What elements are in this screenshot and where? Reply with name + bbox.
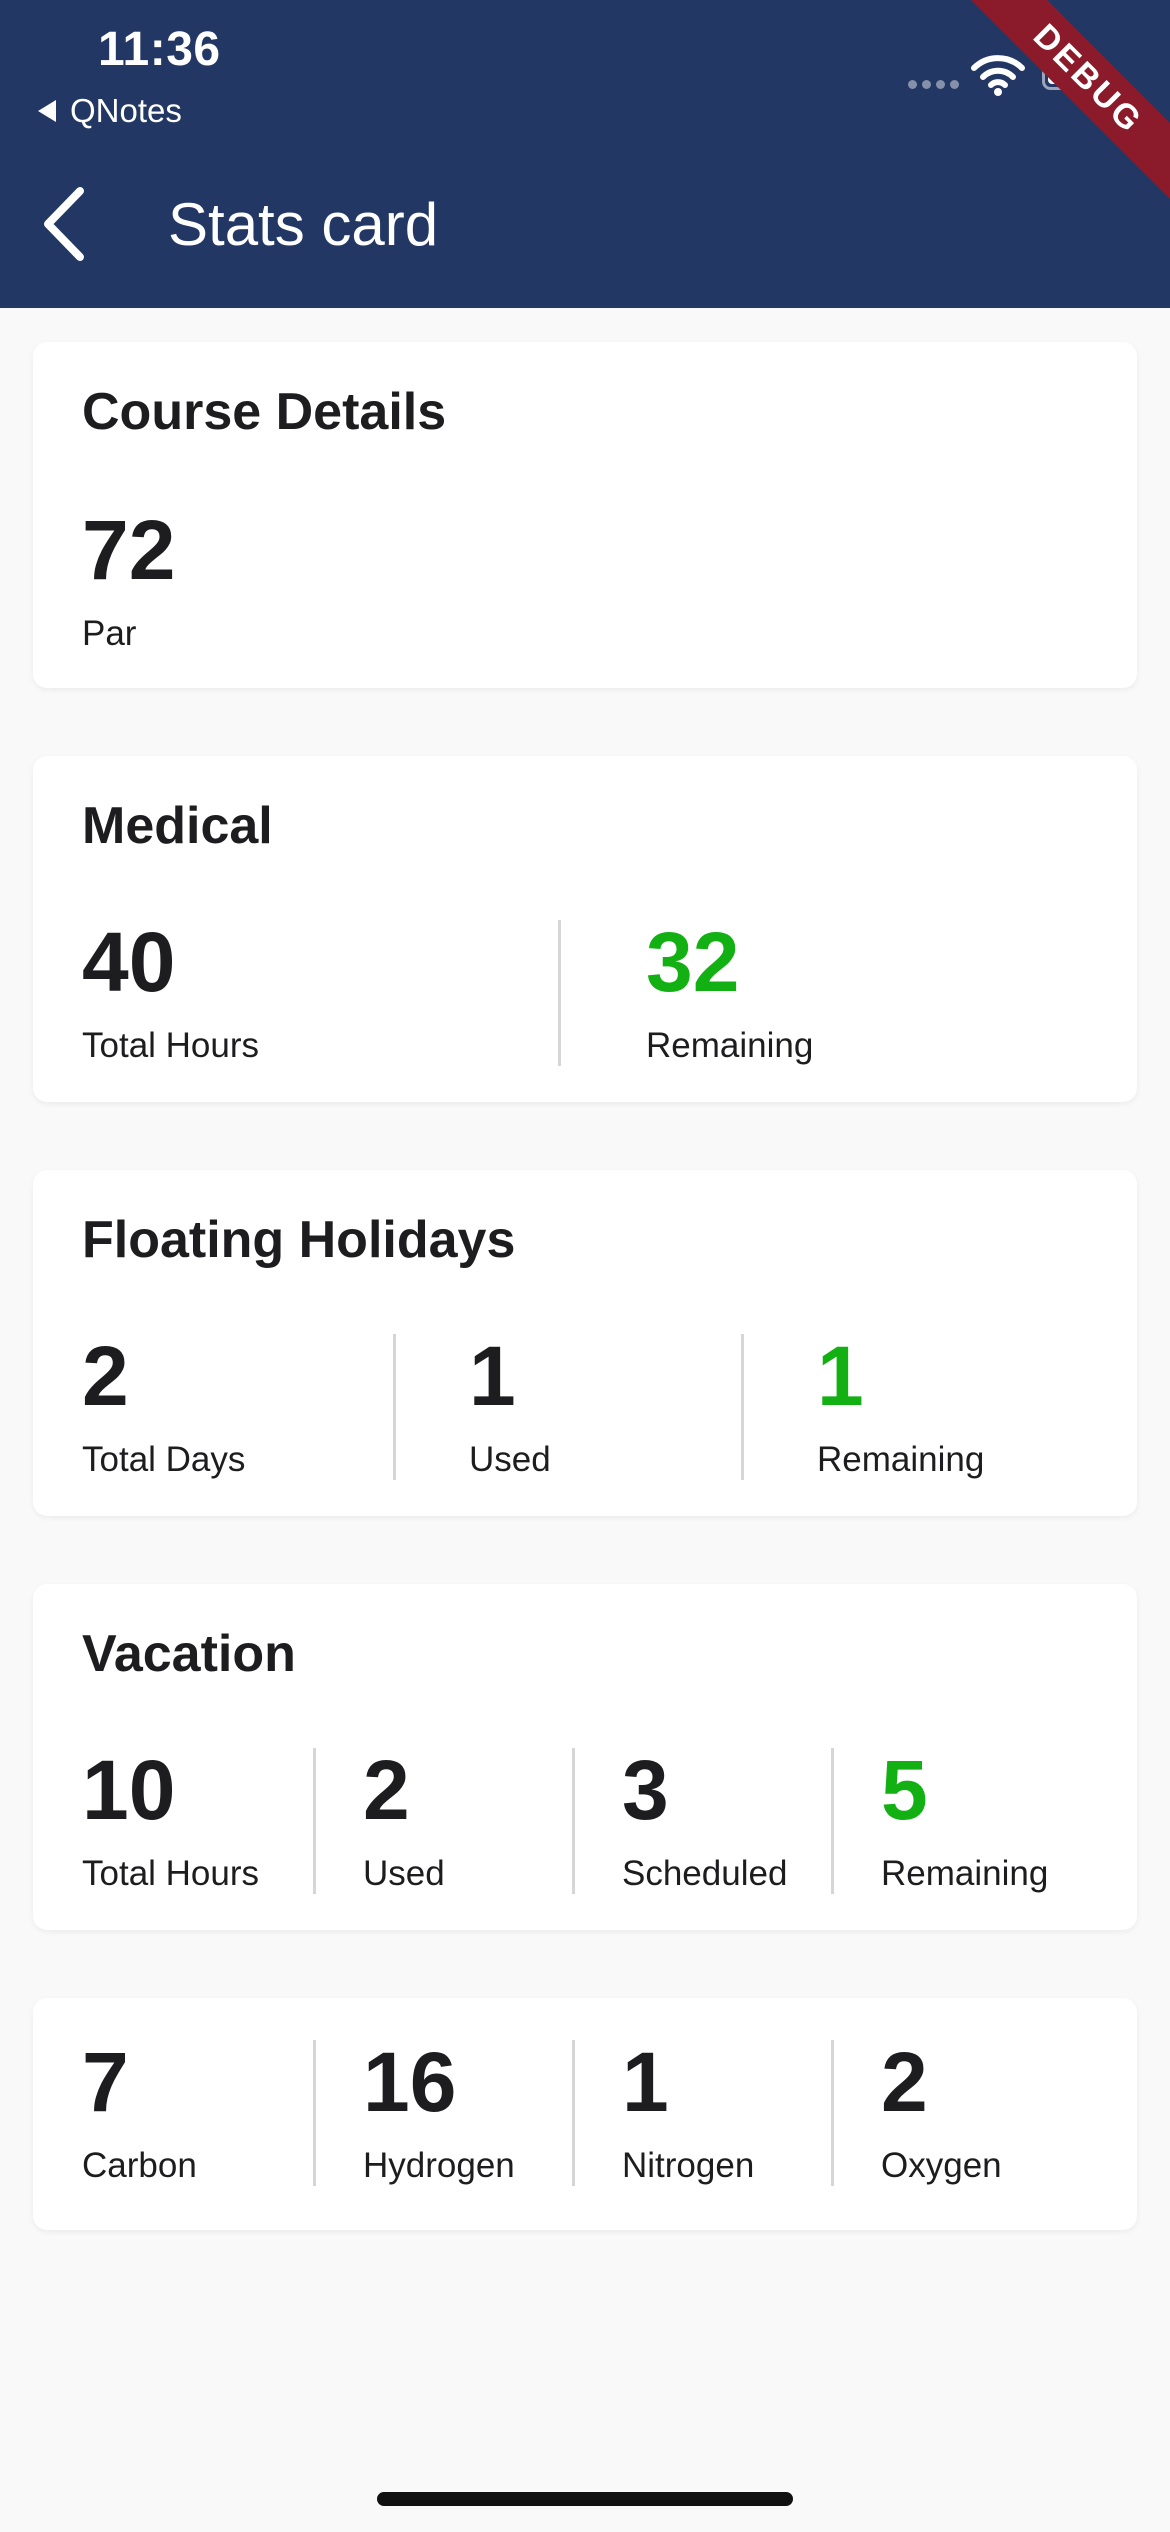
home-indicator[interactable]	[377, 2492, 793, 2506]
back-button[interactable]	[32, 182, 96, 266]
stat-label: Total Hours	[82, 1854, 260, 1893]
course-details-card: Course Details 72 Par	[33, 342, 1137, 688]
stat-value: 1	[817, 1329, 864, 1423]
stat-total-hours: 40 Total Hours	[82, 920, 562, 1070]
stat-divider	[572, 1748, 575, 1894]
wifi-icon	[971, 55, 1025, 96]
stat-nitrogen: 1 Nitrogen	[622, 2040, 822, 2190]
stat-label: Scheduled	[622, 1854, 788, 1893]
stat-divider	[393, 1334, 396, 1480]
stat-label: Remaining	[881, 1854, 1049, 1893]
back-app-label: QNotes	[70, 92, 182, 129]
stat-carbon: 7 Carbon	[82, 2040, 312, 2190]
card-title: Medical	[82, 797, 273, 855]
stat-oxygen: 2 Oxygen	[881, 2040, 1101, 2190]
elements-card: 7 Carbon 16 Hydrogen 1 Nitrogen 2 Oxygen	[33, 1998, 1137, 2230]
stat-label: Remaining	[817, 1440, 985, 1479]
stat-total-hours: 10 Total Hours	[82, 1748, 312, 1898]
stat-remaining: 1 Remaining	[817, 1334, 1117, 1484]
stat-value: 32	[646, 915, 740, 1009]
stat-used: 1 Used	[469, 1334, 729, 1484]
stat-label: Used	[469, 1440, 551, 1479]
stat-label: Total Hours	[82, 1026, 260, 1065]
stat-value: 2	[881, 2035, 928, 2129]
cellular-signal-icon	[908, 80, 959, 89]
stat-value: 1	[469, 1329, 516, 1423]
stat-divider	[831, 2040, 834, 2186]
stat-hydrogen: 16 Hydrogen	[363, 2040, 563, 2190]
page-title: Stats card	[168, 191, 439, 258]
stat-divider	[741, 1334, 744, 1480]
debug-banner: DEBUG	[962, 0, 1170, 205]
stat-label: Oxygen	[881, 2146, 1002, 2185]
vacation-card: Vacation 10 Total Hours 2 Used 3 Schedul…	[33, 1584, 1137, 1930]
app-bar: 11:36 QNotes DEBUG Stats card	[0, 0, 1170, 308]
stat-label: Hydrogen	[363, 2146, 515, 2185]
stat-divider	[313, 1748, 316, 1894]
stat-value: 16	[363, 2035, 457, 2129]
chevron-left-icon	[44, 187, 84, 261]
stat-row: 7 Carbon 16 Hydrogen 1 Nitrogen 2 Oxygen	[82, 2040, 1107, 2190]
stat-value: 72	[82, 503, 176, 597]
stat-divider	[831, 1748, 834, 1894]
stat-remaining: 5 Remaining	[881, 1748, 1101, 1898]
stat-value: 7	[82, 2035, 129, 2129]
stat-value: 2	[363, 1743, 410, 1837]
stat-value: 5	[881, 1743, 928, 1837]
card-title: Floating Holidays	[82, 1211, 516, 1269]
stat-value: 3	[622, 1743, 669, 1837]
card-title: Course Details	[82, 383, 447, 441]
stat-value: 40	[82, 915, 176, 1009]
stat-scheduled: 3 Scheduled	[622, 1748, 822, 1898]
stat-used: 2 Used	[363, 1748, 563, 1898]
medical-card: Medical 40 Total Hours 32 Remaining	[33, 756, 1137, 1102]
back-to-app-link[interactable]: QNotes	[38, 92, 182, 130]
status-time: 11:36	[98, 23, 221, 76]
stat-label: Remaining	[646, 1026, 814, 1065]
stat-divider	[558, 920, 561, 1066]
stat-label: Par	[82, 614, 137, 653]
stat-divider	[313, 2040, 316, 2186]
stat-remaining: 32 Remaining	[646, 920, 1046, 1070]
stat-row: 40 Total Hours 32 Remaining	[82, 920, 1107, 1070]
stat-label: Total Days	[82, 1440, 246, 1479]
stat-value: 10	[82, 1743, 176, 1837]
stat-total-days: 2 Total Days	[82, 1334, 382, 1484]
stat-divider	[572, 2040, 575, 2186]
stat-value: 1	[622, 2035, 669, 2129]
stat-par: 72 Par	[82, 508, 482, 658]
stat-row: 10 Total Hours 2 Used 3 Scheduled 5 Rema…	[82, 1748, 1107, 1898]
stat-label: Nitrogen	[622, 2146, 755, 2185]
stat-value: 2	[82, 1329, 129, 1423]
stat-label: Carbon	[82, 2146, 197, 2185]
stat-label: Used	[363, 1854, 445, 1893]
back-triangle-icon	[38, 100, 56, 122]
card-title: Vacation	[82, 1625, 296, 1683]
floating-holidays-card: Floating Holidays 2 Total Days 1 Used 1 …	[33, 1170, 1137, 1516]
stat-row: 72 Par	[82, 508, 1107, 658]
stat-row: 2 Total Days 1 Used 1 Remaining	[82, 1334, 1107, 1484]
